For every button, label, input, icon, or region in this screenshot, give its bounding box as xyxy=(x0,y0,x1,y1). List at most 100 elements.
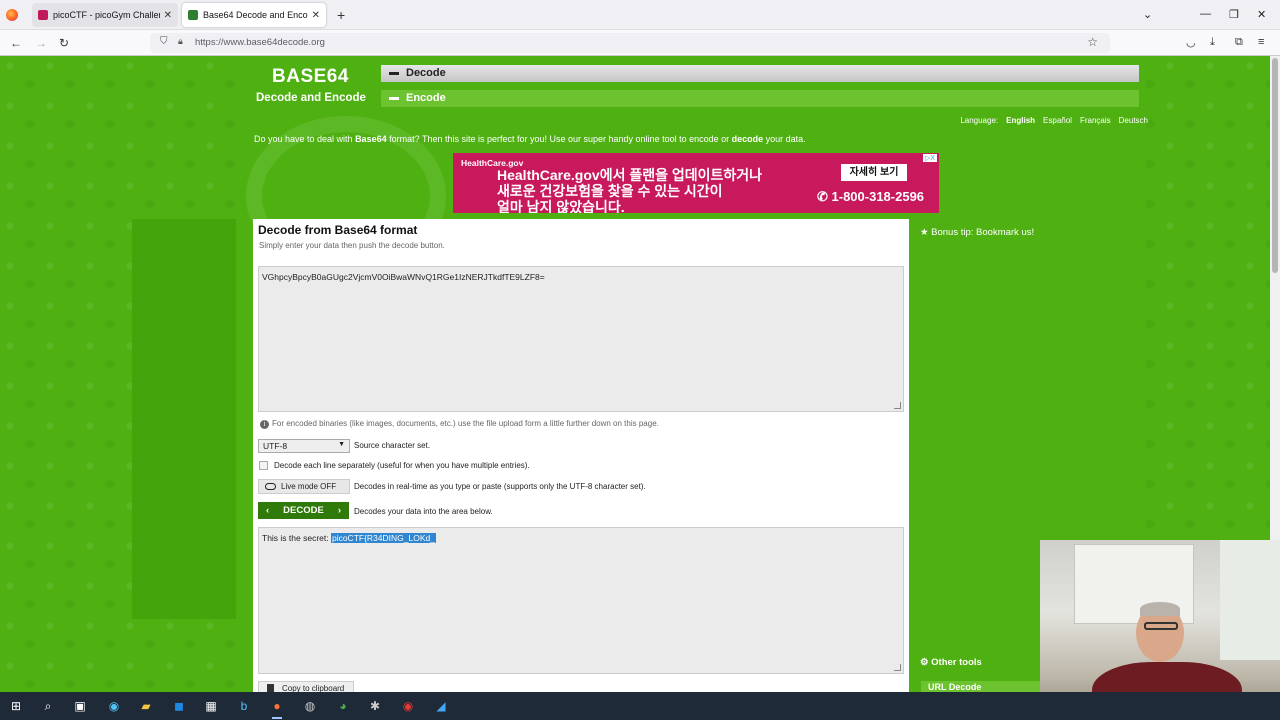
chevron-down-icon: ▼ xyxy=(338,441,345,448)
charset-label: Source character set. xyxy=(354,441,431,450)
folder-icon: ▬ xyxy=(389,92,399,103)
lang-espanol[interactable]: Español xyxy=(1043,116,1072,125)
firefox-icon[interactable] xyxy=(6,9,18,21)
slack-icon[interactable]: ✱ xyxy=(367,698,383,714)
extensions-icon[interactable]: ⧉ xyxy=(1235,36,1243,49)
tab-bar: picoCTF - picoGym Challenges ✕ Base64 De… xyxy=(0,0,1280,30)
live-mode-label: Live mode OFF xyxy=(281,482,337,491)
store-icon[interactable]: ▦ xyxy=(203,698,219,714)
chevron-right-icon: › xyxy=(337,505,341,516)
decode-panel: Decode from Base64 format Simply enter y… xyxy=(253,219,909,695)
bookmark-star-icon[interactable]: ☆ xyxy=(1087,35,1098,49)
separate-lines-label[interactable]: Decode each line separately (useful for … xyxy=(274,461,530,470)
nav-bar: ← → ↻ ⛉ 🔒︎ https://www.base64decode.org … xyxy=(0,30,1280,56)
reload-icon[interactable]: ↻ xyxy=(59,36,69,50)
tab-close-icon[interactable]: ✕ xyxy=(164,10,172,21)
charset-select[interactable]: UTF-8 ▼ xyxy=(258,439,350,453)
lang-francais[interactable]: Français xyxy=(1080,116,1111,125)
app-icon[interactable]: ◉ xyxy=(400,698,416,714)
intro-part: your data. xyxy=(763,134,806,144)
close-window-icon[interactable]: ✕ xyxy=(1257,8,1266,21)
resize-handle-icon[interactable] xyxy=(894,664,901,671)
output-prefix: This is the secret: xyxy=(262,533,331,543)
search-icon[interactable]: ⌕ xyxy=(40,698,56,714)
base64-input[interactable]: VGhpcyBpcyB0aGUgc2VjcmV0OiBwaWNvQ1RGe1Iz… xyxy=(258,266,904,412)
nav-encode-label: Encode xyxy=(406,92,446,104)
nav-encode[interactable]: ▬ Encode xyxy=(381,90,1139,107)
intro-bold: Base64 xyxy=(355,134,387,144)
tab-close-icon[interactable]: ✕ xyxy=(312,10,320,21)
taskbar: ⊞ ⌕ ▣ ◉ ▰ ◼ ▦ b ● ◍ ◕ ✱ ◉ ◢ xyxy=(0,692,1280,720)
decode-button-label: DECODE xyxy=(283,505,324,516)
nav-decode-label: Decode xyxy=(406,67,446,79)
site-logo-title[interactable]: BASE64 xyxy=(272,66,349,88)
firefox-taskbar-icon[interactable]: ● xyxy=(269,698,285,714)
bonus-tip[interactable]: ★ Bonus tip: Bookmark us! xyxy=(920,227,1034,238)
lang-deutsch[interactable]: Deutsch xyxy=(1119,116,1148,125)
file-explorer-icon[interactable]: ▰ xyxy=(138,698,154,714)
decoded-output[interactable]: This is the secret: picoCTF{R34DING_LOKd… xyxy=(258,527,904,674)
selected-flag-text[interactable]: picoCTF{R34DING_LOKd_ xyxy=(330,533,436,543)
intro-part: Do you have to deal with xyxy=(254,134,356,144)
minimize-icon[interactable]: — xyxy=(1200,8,1211,20)
decode-button[interactable]: ‹ DECODE › xyxy=(258,502,349,519)
charset-value: UTF-8 xyxy=(263,441,288,451)
healthcare-ad-banner[interactable]: HealthCare.gov HealthCare.gov에서 플랜을 업데이트… xyxy=(453,153,939,213)
file-upload-note: i For encoded binaries (like images, docu… xyxy=(260,419,659,429)
app-icon[interactable]: ◍ xyxy=(302,698,318,714)
url-text[interactable]: https://www.base64decode.org xyxy=(195,37,325,48)
base64-input-value: VGhpcyBpcyB0aGUgc2VjcmV0OiBwaWNvQ1RGe1Iz… xyxy=(262,272,545,282)
shield-icon[interactable]: ⛉ xyxy=(160,36,168,47)
chrome-icon[interactable]: ◕ xyxy=(335,698,351,714)
edge-icon[interactable]: ◉ xyxy=(106,698,122,714)
ad-line: 얼마 남지 않았습니다. xyxy=(497,199,625,213)
clipboard-icon xyxy=(267,684,274,692)
back-icon[interactable]: ← xyxy=(10,36,22,50)
note-text: For encoded binaries (like images, docum… xyxy=(272,419,659,428)
window xyxy=(1220,540,1280,660)
bing-icon[interactable]: b xyxy=(236,698,252,714)
restore-icon[interactable]: ❐ xyxy=(1229,8,1239,21)
panel-subtitle: Simply enter your data then push the dec… xyxy=(259,241,445,250)
download-icon[interactable]: ⤓ xyxy=(1210,36,1215,49)
address-bar[interactable]: ⛉ 🔒︎ https://www.base64decode.org ☆ xyxy=(150,33,1110,53)
forward-icon[interactable]: → xyxy=(35,36,47,50)
nav-decode[interactable]: ▬ Decode xyxy=(381,65,1139,82)
panel-title: Decode from Base64 format xyxy=(258,223,418,237)
scrollbar-thumb[interactable] xyxy=(1272,58,1278,273)
tab-label: picoCTF - picoGym Challenges xyxy=(53,10,160,20)
active-indicator xyxy=(272,717,282,719)
tab-picoctf[interactable]: picoCTF - picoGym Challenges ✕ xyxy=(32,3,178,27)
lang-english[interactable]: English xyxy=(1006,116,1035,125)
list-all-tabs-icon[interactable]: ⌄ xyxy=(1143,8,1152,21)
new-tab-icon[interactable]: + xyxy=(337,7,345,23)
outlook-icon[interactable]: ◼ xyxy=(171,698,187,714)
chevron-left-icon: ‹ xyxy=(266,505,270,516)
ad-learn-more-button[interactable]: 자세히 보기 xyxy=(841,164,907,181)
ad-phone-number: 1-800-318-2596 xyxy=(831,189,925,204)
ad-choices-icon[interactable]: ▷X xyxy=(922,154,937,162)
resize-handle-icon[interactable] xyxy=(894,402,901,409)
bonus-tip-text: Bonus tip: Bookmark us! xyxy=(931,227,1035,238)
live-mode-description: Decodes in real-time as you type or past… xyxy=(354,482,646,491)
lock-icon[interactable]: 🔒︎ xyxy=(178,36,183,47)
start-icon[interactable]: ⊞ xyxy=(8,698,24,714)
menu-icon[interactable]: ≡ xyxy=(1258,36,1264,48)
intro-text: Do you have to deal with Base64 format? … xyxy=(254,134,806,144)
other-tools-heading: ⚙ Other tools xyxy=(920,657,982,668)
live-mode-toggle[interactable]: Live mode OFF xyxy=(258,479,350,494)
person-glasses xyxy=(1144,622,1178,630)
site-logo-subtitle[interactable]: Decode and Encode xyxy=(256,92,366,104)
task-view-icon[interactable]: ▣ xyxy=(72,698,88,714)
intro-bold: decode xyxy=(731,134,764,144)
info-icon: i xyxy=(260,420,269,429)
app-icon[interactable]: ◢ xyxy=(433,698,449,714)
left-ad-slot xyxy=(132,219,236,619)
language-selector: Language: English Español Français Deuts… xyxy=(960,116,1148,125)
pocket-icon[interactable]: ◡ xyxy=(1186,36,1196,49)
tab-base64decode[interactable]: Base64 Decode and Encode - O ✕ xyxy=(182,3,326,27)
separate-lines-checkbox[interactable] xyxy=(259,461,268,470)
tab-label: Base64 Decode and Encode - O xyxy=(203,10,308,20)
other-tools-text: Other tools xyxy=(931,657,982,668)
base64-favicon-icon xyxy=(188,10,198,20)
